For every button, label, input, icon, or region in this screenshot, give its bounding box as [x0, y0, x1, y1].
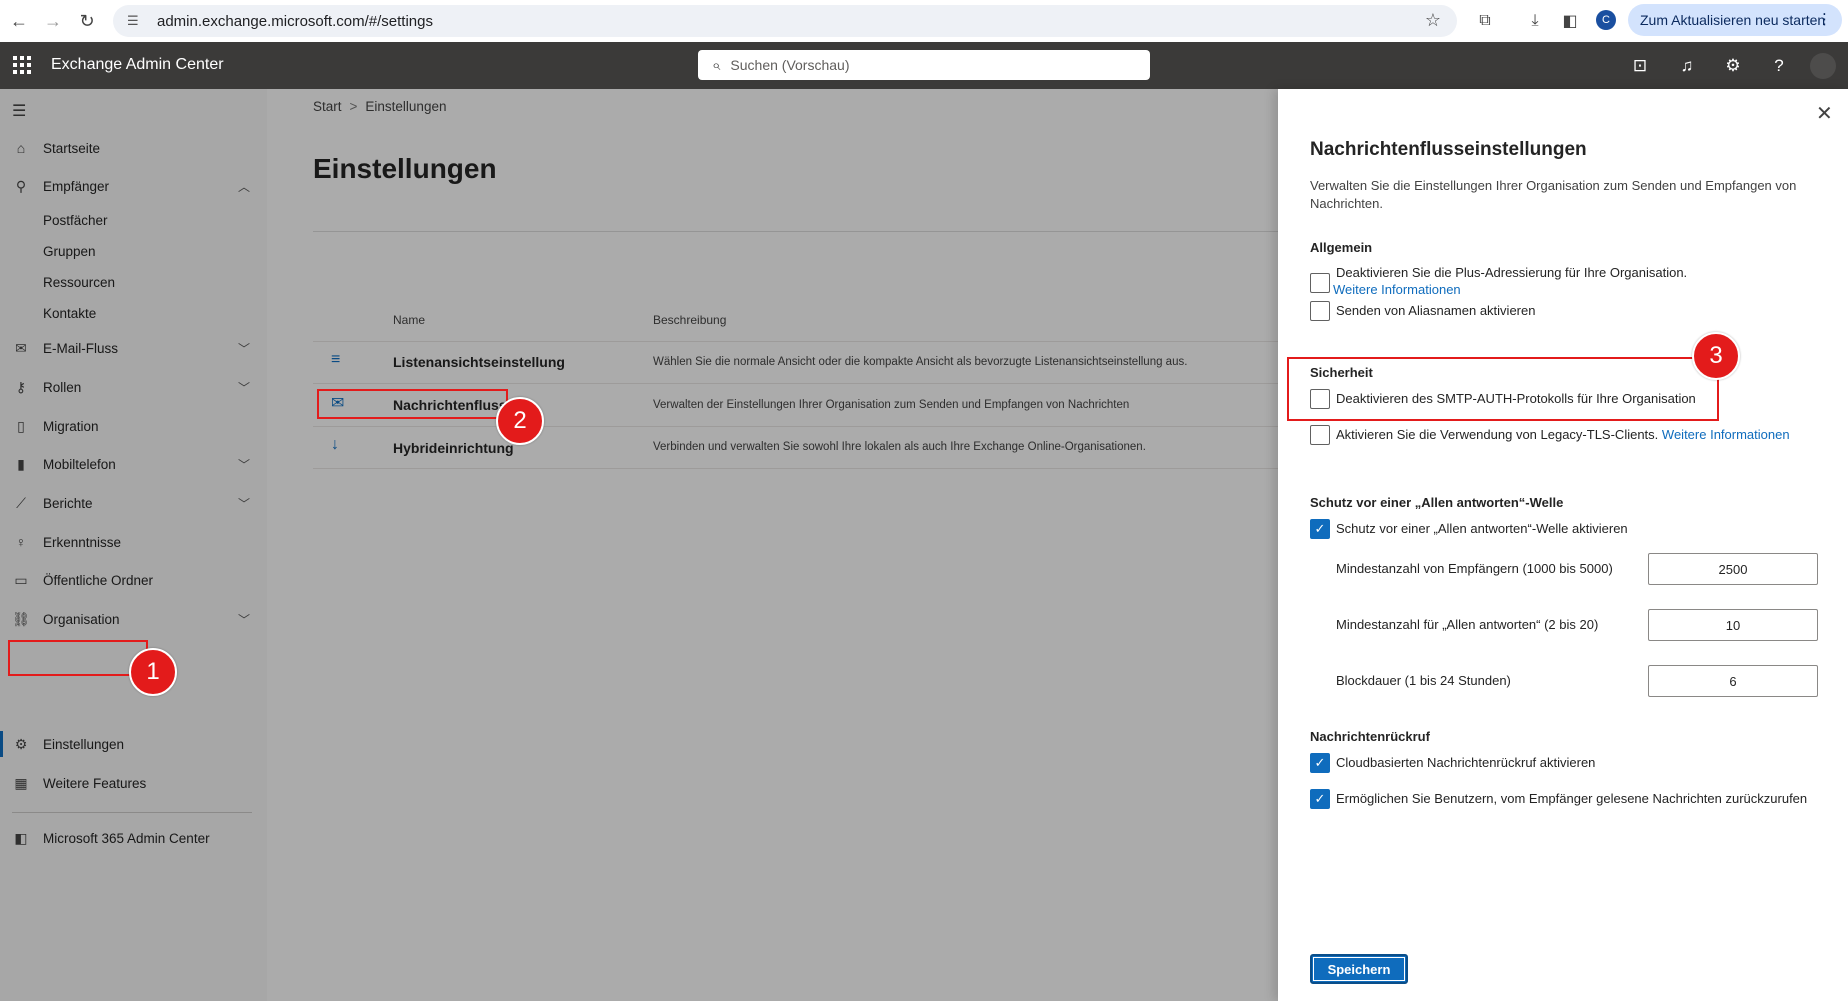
app-title[interactable]: Exchange Admin Center	[51, 56, 224, 74]
gear-icon[interactable]: ⚙	[1721, 54, 1745, 78]
annotation-number-3: 3	[1692, 332, 1740, 380]
checkbox-reply-all-protection[interactable]: ✓	[1310, 519, 1330, 539]
address-bar[interactable]: ☰ admin.exchange.microsoft.com/#/setting…	[113, 5, 1457, 37]
annotation-number-2: 2	[496, 397, 544, 445]
annotation-box-1	[8, 640, 148, 676]
checkbox-alias-sending[interactable]	[1310, 301, 1330, 321]
cloud-recall-label: Cloudbasierten Nachrichtenrückruf aktivi…	[1336, 755, 1596, 770]
annotation-box-3	[1287, 357, 1719, 421]
min-replyall-label: Mindestanzahl für „Allen antworten“ (2 b…	[1336, 617, 1599, 632]
avatar[interactable]	[1810, 53, 1836, 79]
modal-overlay[interactable]	[0, 89, 1278, 1001]
checkbox-label: Deaktivieren Sie die Plus-Adressierung f…	[1333, 265, 1688, 297]
block-duration-input[interactable]: 6	[1648, 665, 1818, 697]
annotation-number-1: 1	[129, 648, 177, 696]
checkbox-plus-addressing[interactable]	[1310, 273, 1330, 293]
read-recall-label: Ermöglichen Sie Benutzern, vom Empfänger…	[1336, 791, 1808, 806]
checkbox-legacy-tls[interactable]	[1310, 425, 1330, 445]
site-settings-icon[interactable]: ☰	[127, 13, 147, 29]
checkbox-cloud-recall[interactable]: ✓	[1310, 753, 1330, 773]
section-heading-reply-all: Schutz vor einer „Allen antworten“-Welle	[1310, 495, 1564, 510]
reload-icon[interactable]: ↻	[74, 8, 100, 34]
terminal-icon[interactable]: ⊡	[1628, 54, 1652, 78]
sidepanel-icon[interactable]: ◧	[1558, 9, 1582, 33]
extensions-icon[interactable]: ⧉	[1473, 9, 1497, 33]
checkmark-icon: ✓	[1314, 791, 1326, 806]
legacy-tls-text: Aktivieren Sie die Verwendung von Legacy…	[1336, 427, 1659, 442]
update-label: Zum Aktualisieren neu starten	[1640, 12, 1826, 28]
checkmark-icon: ✓	[1314, 521, 1326, 536]
reply-all-enable-label: Schutz vor einer „Allen antworten“-Welle…	[1336, 521, 1628, 536]
bell-icon[interactable]: ♫	[1675, 54, 1699, 78]
bookmark-star-icon[interactable]: ☆	[1425, 10, 1441, 31]
alias-sending-label: Senden von Aliasnamen aktivieren	[1336, 303, 1536, 318]
forward-icon[interactable]: →	[40, 8, 66, 34]
url-text: admin.exchange.microsoft.com/#/settings	[157, 12, 433, 30]
search-placeholder: Suchen (Vorschau)	[730, 57, 850, 73]
flyout-panel: ✕ Nachrichtenflusseinstellungen Verwalte…	[1278, 89, 1848, 1001]
section-heading-general: Allgemein	[1310, 240, 1373, 255]
suite-header: Exchange Admin Center ⌕ Suchen (Vorschau…	[0, 42, 1848, 89]
panel-intro: Verwalten Sie die Einstellungen Ihrer Or…	[1310, 178, 1797, 211]
help-icon[interactable]: ?	[1767, 54, 1791, 78]
panel-title: Nachrichtenflusseinstellungen	[1310, 139, 1587, 160]
profile-avatar[interactable]: C	[1596, 10, 1616, 30]
min-recipients-input[interactable]: 2500	[1648, 553, 1818, 585]
download-icon[interactable]: ⤓	[1523, 9, 1547, 33]
checkmark-icon: ✓	[1314, 755, 1326, 770]
close-icon[interactable]: ✕	[1816, 101, 1833, 126]
more-info-link[interactable]: Weitere Informationen	[1333, 282, 1687, 297]
back-icon[interactable]: ←	[6, 8, 32, 34]
browser-toolbar: ← → ↻ ☰ admin.exchange.microsoft.com/#/s…	[0, 0, 1848, 42]
annotation-box-2	[317, 389, 508, 419]
search-icon: ⌕	[712, 56, 721, 74]
checkbox-read-recall[interactable]: ✓	[1310, 789, 1330, 809]
search-input[interactable]: ⌕ Suchen (Vorschau)	[698, 50, 1150, 80]
update-button[interactable]: Zum Aktualisieren neu starten ⋮	[1628, 4, 1842, 36]
min-recipients-label: Mindestanzahl von Empfängern (1000 bis 5…	[1336, 561, 1613, 576]
block-duration-label: Blockdauer (1 bis 24 Stunden)	[1336, 673, 1511, 688]
plus-addressing-label: Deaktivieren Sie die Plus-Adressierung f…	[1336, 265, 1688, 280]
min-replyall-input[interactable]: 10	[1648, 609, 1818, 641]
menu-dots-icon[interactable]: ⋮	[1817, 10, 1832, 28]
app-launcher-icon[interactable]	[10, 53, 32, 75]
legacy-tls-label: Aktivieren Sie die Verwendung von Legacy…	[1336, 427, 1790, 442]
section-heading-recall: Nachrichtenrückruf	[1310, 729, 1430, 744]
save-button[interactable]: Speichern	[1310, 954, 1408, 984]
more-info-link[interactable]: Weitere Informationen	[1662, 427, 1790, 442]
